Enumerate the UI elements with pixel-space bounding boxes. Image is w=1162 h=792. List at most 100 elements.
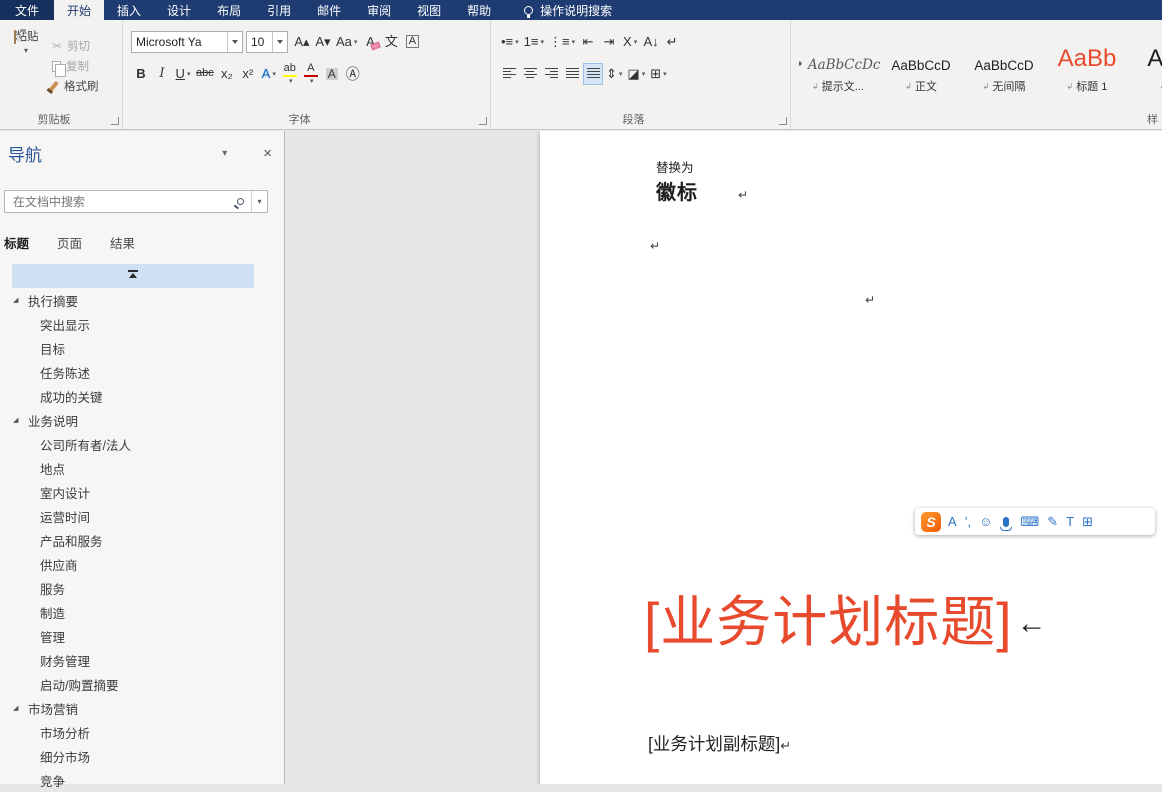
- page[interactable]: 替换为 徽标↵ ↵ ↵ S A’,☺⌨✎T⊞ [业务计划标题]← [业务计划副标…: [540, 131, 1162, 784]
- nav-search-box[interactable]: ▾: [4, 190, 268, 213]
- nav-tree-item[interactable]: 公司所有者/法人: [12, 432, 254, 456]
- sort-button[interactable]: A↓: [641, 31, 661, 53]
- nav-tab-results[interactable]: 结果: [110, 233, 135, 252]
- show-marks-button[interactable]: ↵: [662, 31, 682, 53]
- tab-file[interactable]: 文件: [0, 0, 54, 20]
- voice-icon[interactable]: [1003, 517, 1009, 527]
- nav-tree-item[interactable]: 制造: [12, 600, 254, 624]
- skin-icon[interactable]: T: [1066, 515, 1074, 528]
- tab-insert[interactable]: 插入: [104, 0, 154, 20]
- nav-tree-item[interactable]: 产品和服务: [12, 528, 254, 552]
- nav-tab-pages[interactable]: 页面: [57, 233, 82, 252]
- numbered-list-button[interactable]: 1≡▾: [522, 31, 546, 53]
- nav-tree-item[interactable]: ◢市场营销: [12, 696, 254, 720]
- enclose-character-button[interactable]: Ⓐ: [343, 63, 363, 85]
- logo-placeholder-line1[interactable]: 替换为: [656, 157, 749, 176]
- subscript-button[interactable]: x₂: [217, 63, 237, 85]
- handwriting-icon[interactable]: ✎: [1047, 515, 1058, 528]
- font-name-combo[interactable]: Microsoft Ya: [131, 31, 243, 53]
- tab-review[interactable]: 审阅: [354, 0, 404, 20]
- tell-me[interactable]: 操作说明搜索: [524, 0, 612, 20]
- nav-tree-item[interactable]: 服务: [12, 576, 254, 600]
- tab-help[interactable]: 帮助: [454, 0, 504, 20]
- format-painter-button[interactable]: 格式刷: [52, 78, 99, 94]
- phonetic-guide-button[interactable]: 文: [381, 31, 401, 53]
- font-size-dropdown-icon[interactable]: [272, 32, 287, 52]
- tab-layout[interactable]: 布局: [204, 0, 254, 20]
- nav-tree-item[interactable]: ◢业务说明: [12, 408, 254, 432]
- character-border-button[interactable]: A: [402, 31, 422, 53]
- nav-tree-item[interactable]: 供应商: [12, 552, 254, 576]
- borders-button[interactable]: ⊞▾: [648, 63, 668, 85]
- character-shading-button[interactable]: A: [322, 63, 342, 85]
- clear-formatting-button[interactable]: A: [360, 31, 380, 53]
- font-size-combo[interactable]: 10: [246, 31, 288, 53]
- nav-tree-item[interactable]: 细分市场: [12, 744, 254, 768]
- nav-pane-options-icon[interactable]: ▾: [222, 148, 227, 159]
- style-card-3[interactable]: AaBbCcD↲无间隔: [965, 26, 1043, 96]
- nav-tree-item[interactable]: 市场分析: [12, 720, 254, 744]
- nav-tree-item[interactable]: 成功的关键: [12, 384, 254, 408]
- font-color-button[interactable]: A▾: [301, 63, 321, 85]
- nav-tree-item[interactable]: 竞争: [12, 768, 254, 792]
- nav-tree-item[interactable]: 地点: [12, 456, 254, 480]
- document-subtitle-text[interactable]: [业务计划副标题]: [648, 734, 780, 754]
- copy-button[interactable]: 复制: [52, 58, 99, 74]
- tab-references[interactable]: 引用: [254, 0, 304, 20]
- increase-indent-button[interactable]: ⇥: [599, 31, 619, 53]
- nav-pane-close-icon[interactable]: ×: [263, 145, 272, 162]
- style-card-1[interactable]: • AaBbCcDc↲提示文...: [799, 26, 877, 96]
- line-spacing-button[interactable]: ⇕▾: [604, 63, 624, 85]
- style-card-2[interactable]: AaBbCcD↲正文: [882, 26, 960, 96]
- keyboard-icon[interactable]: ⌨: [1020, 515, 1039, 528]
- align-right-button[interactable]: [541, 63, 561, 85]
- collapse-triangle-icon[interactable]: ◢: [13, 296, 18, 304]
- input-mode-icon[interactable]: A: [948, 515, 957, 528]
- nav-tree-item[interactable]: [12, 264, 254, 288]
- cut-button[interactable]: ✂ 剪切: [52, 38, 99, 54]
- distribute-button[interactable]: [583, 63, 603, 85]
- punctuation-icon[interactable]: ’,: [965, 515, 972, 528]
- tab-mailings[interactable]: 邮件: [304, 0, 354, 20]
- sogou-logo-icon[interactable]: S: [921, 512, 941, 532]
- decrease-indent-button[interactable]: ⇤: [578, 31, 598, 53]
- logo-placeholder[interactable]: 替换为 徽标↵: [656, 157, 749, 205]
- nav-tree-item[interactable]: 任务陈述: [12, 360, 254, 384]
- align-left-button[interactable]: [499, 63, 519, 85]
- ime-toolbar[interactable]: S A ’, ☺ ⌨ ✎ T ⊞: [915, 508, 1155, 535]
- highlight-button[interactable]: ab▾: [280, 63, 300, 85]
- text-effects-button[interactable]: A▾: [259, 63, 279, 85]
- asian-layout-button[interactable]: X▾: [620, 31, 640, 53]
- logo-placeholder-line2[interactable]: 徽标: [656, 182, 698, 204]
- change-case-button[interactable]: Aa▾: [334, 31, 359, 53]
- style-card-5[interactable]: AaB↲标: [1131, 26, 1162, 96]
- paste-button[interactable]: 粘贴 ▾: [6, 28, 46, 111]
- nav-tab-headings[interactable]: 标题: [4, 233, 29, 252]
- nav-tree-item[interactable]: ◢执行摘要: [12, 288, 254, 312]
- collapse-triangle-icon[interactable]: ◢: [13, 416, 18, 424]
- style-card-4[interactable]: AaBb↲标题 1: [1048, 26, 1126, 96]
- nav-tree-item[interactable]: 启动/购置摘要: [12, 672, 254, 696]
- document-title[interactable]: [业务计划标题]←: [644, 577, 1048, 657]
- nav-tree-item[interactable]: 运营时间: [12, 504, 254, 528]
- nav-tree-item[interactable]: 目标: [12, 336, 254, 360]
- toolbox-icon[interactable]: ⊞: [1082, 515, 1093, 528]
- paste-dropdown-icon[interactable]: ▾: [6, 46, 46, 55]
- tab-home[interactable]: 开始: [54, 0, 104, 20]
- document-title-text[interactable]: [业务计划标题]: [644, 591, 1013, 653]
- decrease-font-size-button[interactable]: A▾: [313, 31, 333, 53]
- tab-design[interactable]: 设计: [154, 0, 204, 20]
- search-dropdown-icon[interactable]: ▾: [251, 191, 267, 212]
- font-dialog-launcher[interactable]: [479, 117, 487, 125]
- superscript-button[interactable]: x²: [238, 63, 258, 85]
- strikethrough-button[interactable]: abc: [194, 63, 216, 85]
- italic-button[interactable]: I: [152, 63, 172, 85]
- align-center-button[interactable]: [520, 63, 540, 85]
- increase-font-size-button[interactable]: A▴: [292, 31, 312, 53]
- underline-button[interactable]: U▾: [173, 63, 193, 85]
- multilevel-list-button[interactable]: ⋮≡▾: [547, 31, 577, 53]
- bullet-list-button[interactable]: •≡▾: [499, 31, 521, 53]
- emoji-icon[interactable]: ☺: [979, 515, 992, 528]
- clipboard-dialog-launcher[interactable]: [111, 117, 119, 125]
- nav-search-input[interactable]: [5, 195, 237, 209]
